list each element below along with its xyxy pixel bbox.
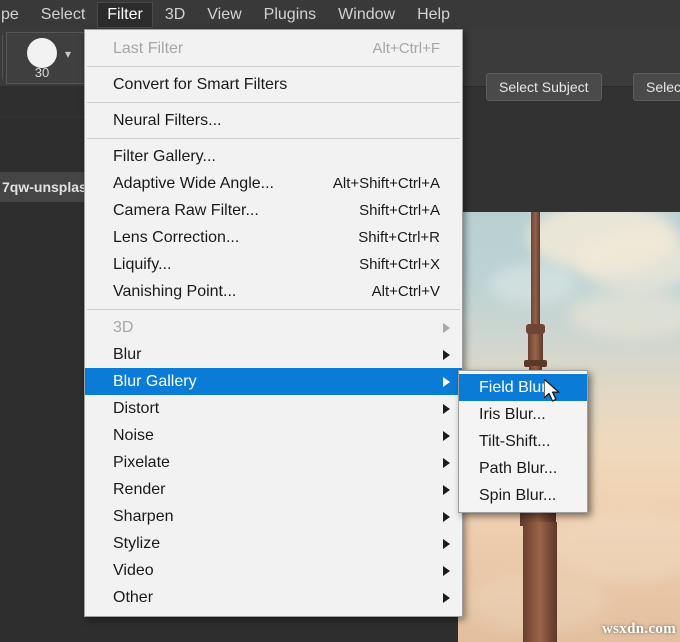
menubar-item-view[interactable]: View [197, 2, 251, 28]
tower-cap [526, 324, 545, 334]
menu-item-other[interactable]: Other [85, 584, 462, 611]
submenu-item-spin-blur[interactable]: Spin Blur... [459, 482, 587, 509]
menubar-item-select[interactable]: Select [31, 2, 95, 28]
menubar-item-filter[interactable]: Filter [97, 1, 153, 28]
menu-item-label: Liquify... [113, 255, 172, 273]
menu-item-label: Stylize [113, 534, 161, 552]
tower-body [523, 522, 557, 642]
photoshop-window: wsxdn.com 30 ▾ Select Subject Selec 7qw-… [0, 0, 680, 642]
menu-item-label: Convert for Smart Filters [113, 75, 288, 93]
menu-item-label: Other [113, 588, 154, 606]
submenu-arrow-icon [443, 565, 450, 576]
watermark-text: wsxdn.com [602, 621, 676, 637]
menu-item-label: Camera Raw Filter... [113, 201, 259, 219]
menu-item-shortcut: Alt+Ctrl+F [372, 40, 440, 57]
brush-size-value: 30 [34, 65, 50, 80]
menu-item-label: 3D [113, 318, 134, 336]
menubar-item-3d[interactable]: 3D [155, 2, 195, 28]
menu-item-label: Render [113, 480, 166, 498]
menu-bottom-padding [85, 611, 462, 616]
cloud-shape [568, 290, 680, 338]
menu-item-liquify[interactable]: Liquify... Shift+Ctrl+X [85, 251, 462, 278]
menu-item-label: Filter Gallery... [113, 147, 216, 165]
menu-item-render[interactable]: Render [85, 476, 462, 503]
menubar-item-plugins[interactable]: Plugins [254, 2, 326, 28]
menu-item-vanishing-point[interactable]: Vanishing Point... Alt+Ctrl+V [85, 278, 462, 305]
cloud-shape [548, 512, 680, 582]
submenu-item-tilt-shift[interactable]: Tilt-Shift... [459, 428, 587, 455]
submenu-arrow-icon [443, 511, 450, 522]
menu-item-label: Distort [113, 399, 160, 417]
menu-separator [87, 66, 460, 67]
menu-separator [87, 138, 460, 139]
menu-item-shortcut: Shift+Ctrl+A [359, 202, 440, 219]
blur-gallery-submenu: Field Blur... Iris Blur... Tilt-Shift...… [458, 370, 588, 513]
menu-item-label: Adaptive Wide Angle... [113, 174, 274, 192]
menu-item-last-filter[interactable]: Last Filter Alt+Ctrl+F [85, 35, 462, 62]
submenu-arrow-icon [443, 592, 450, 603]
menu-item-label: Blur [113, 345, 142, 363]
cloud-shape [578, 232, 680, 292]
menubar-item-scrape[interactable]: pe [1, 2, 29, 28]
submenu-arrow-icon [443, 457, 450, 468]
menu-item-shortcut: Shift+Ctrl+X [359, 256, 440, 273]
select-and-mask-button[interactable]: Selec [633, 73, 680, 101]
submenu-item-path-blur[interactable]: Path Blur... [459, 455, 587, 482]
submenu-item-iris-blur[interactable]: Iris Blur... [459, 401, 587, 428]
menu-item-adaptive-wide-angle[interactable]: Adaptive Wide Angle... Alt+Shift+Ctrl+A [85, 170, 462, 197]
brush-preview-icon [27, 38, 57, 68]
menu-item-blur-gallery[interactable]: Blur Gallery [85, 368, 462, 395]
menu-item-shortcut: Alt+Shift+Ctrl+A [332, 175, 440, 192]
menu-item-label: Vanishing Point... [113, 282, 237, 300]
toolbar-divider [2, 35, 3, 79]
menu-item-shortcut: Shift+Ctrl+R [358, 229, 440, 246]
menu-item-filter-gallery[interactable]: Filter Gallery... [85, 143, 462, 170]
menubar-item-help[interactable]: Help [407, 2, 460, 28]
menu-item-label: Lens Correction... [113, 228, 240, 246]
menu-item-label: Video [113, 561, 154, 579]
menu-item-blur[interactable]: Blur [85, 341, 462, 368]
menu-item-shortcut: Alt+Ctrl+V [371, 283, 440, 300]
chevron-down-icon[interactable]: ▾ [65, 47, 71, 61]
menu-item-label: Noise [113, 426, 154, 444]
menu-item-label: Neural Filters... [113, 111, 222, 129]
menu-item-noise[interactable]: Noise [85, 422, 462, 449]
submenu-arrow-icon [443, 430, 450, 441]
menu-item-3d[interactable]: 3D [85, 314, 462, 341]
brush-preset-picker[interactable]: 30 ▾ [6, 32, 86, 84]
menu-item-camera-raw-filter[interactable]: Camera Raw Filter... Shift+Ctrl+A [85, 197, 462, 224]
menu-bar: pe Select Filter 3D View Plugins Window … [0, 0, 680, 29]
menu-item-neural-filters[interactable]: Neural Filters... [85, 107, 462, 134]
menu-item-lens-correction[interactable]: Lens Correction... Shift+Ctrl+R [85, 224, 462, 251]
menu-item-sharpen[interactable]: Sharpen [85, 503, 462, 530]
menu-separator [87, 102, 460, 103]
filter-dropdown-menu: Last Filter Alt+Ctrl+F Convert for Smart… [84, 29, 463, 617]
submenu-arrow-icon [443, 322, 450, 333]
tower-mast [531, 212, 540, 330]
menu-item-label: Last Filter [113, 39, 184, 57]
select-subject-button[interactable]: Select Subject [486, 73, 602, 101]
menu-item-label: Pixelate [113, 453, 170, 471]
menu-item-distort[interactable]: Distort [85, 395, 462, 422]
menubar-item-window[interactable]: Window [328, 2, 405, 28]
submenu-item-field-blur[interactable]: Field Blur... [459, 374, 587, 401]
menu-item-label: Blur Gallery [113, 372, 197, 390]
menu-item-label: Sharpen [113, 507, 174, 525]
menu-item-pixelate[interactable]: Pixelate [85, 449, 462, 476]
submenu-arrow-icon [443, 349, 450, 360]
menu-item-convert-for-smart-filters[interactable]: Convert for Smart Filters [85, 71, 462, 98]
submenu-arrow-icon [443, 376, 450, 387]
menu-item-stylize[interactable]: Stylize [85, 530, 462, 557]
submenu-arrow-icon [443, 403, 450, 414]
menu-item-video[interactable]: Video [85, 557, 462, 584]
submenu-arrow-icon [443, 484, 450, 495]
menu-separator [87, 309, 460, 310]
submenu-arrow-icon [443, 538, 450, 549]
